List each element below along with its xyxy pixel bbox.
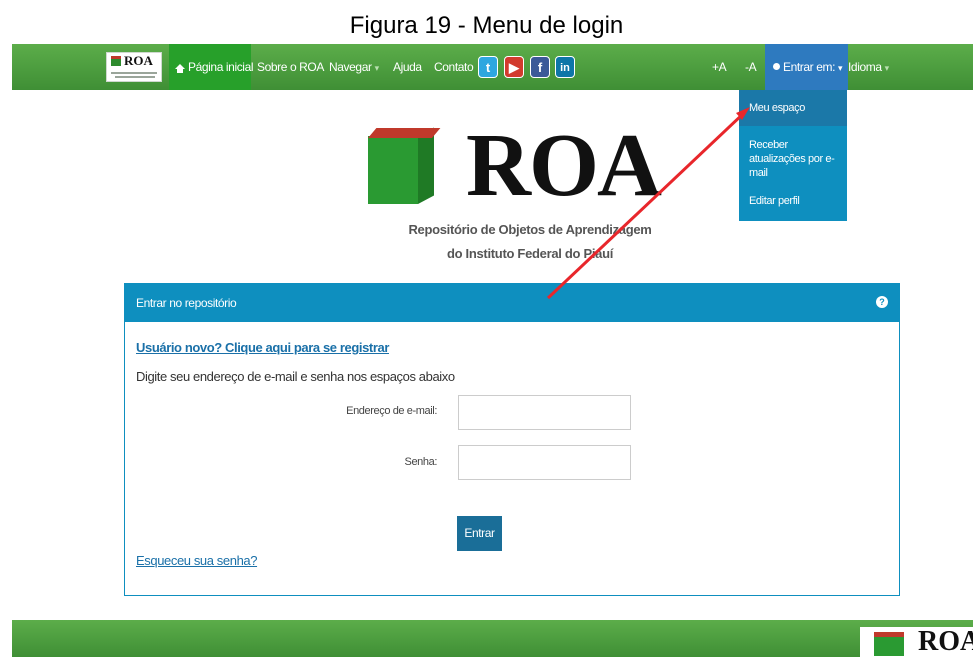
footer-logo: ROA <box>860 626 973 657</box>
footer-bar: ROA <box>12 620 973 657</box>
annotation-arrow <box>546 107 750 300</box>
footer-logo-text: ROA <box>918 626 973 657</box>
footer-cube-icon <box>874 632 904 656</box>
